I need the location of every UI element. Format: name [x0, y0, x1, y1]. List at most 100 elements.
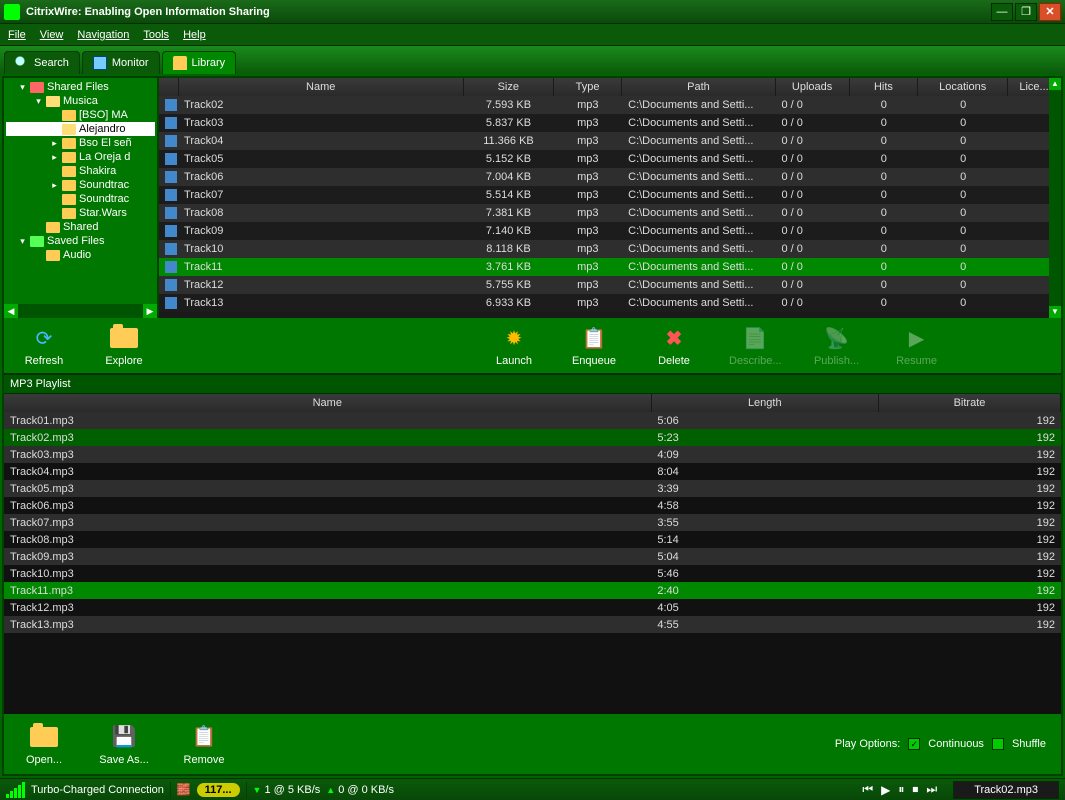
- folder-icon: [62, 208, 76, 219]
- tree-shared[interactable]: Shared: [6, 220, 155, 234]
- playlist-header: MP3 Playlist: [4, 373, 1061, 394]
- playlist-row[interactable]: Track13.mp34:55192: [4, 616, 1061, 633]
- file-row[interactable]: Track035.837 KBmp3C:\Documents and Setti…: [159, 114, 1061, 132]
- tab-monitor[interactable]: Monitor: [82, 51, 160, 74]
- tree-soundtrack1[interactable]: ▸Soundtrac: [6, 178, 155, 192]
- launch-icon: ✹: [500, 324, 528, 352]
- col-hits[interactable]: Hits: [849, 78, 918, 96]
- refresh-button[interactable]: ⟳Refresh: [19, 324, 69, 367]
- launch-button[interactable]: ✹Launch: [489, 324, 539, 367]
- tree-star-wars[interactable]: Star.Wars: [6, 206, 155, 220]
- remove-button[interactable]: 📋Remove: [179, 723, 229, 766]
- save-as-button[interactable]: 💾Save As...: [99, 723, 149, 766]
- scroll-up-icon[interactable]: ▲: [1049, 78, 1061, 90]
- scroll-left-icon[interactable]: ◀: [4, 304, 18, 318]
- tab-library[interactable]: Library: [162, 51, 237, 74]
- tab-search[interactable]: Search: [4, 51, 80, 74]
- file-row[interactable]: Track075.514 KBmp3C:\Documents and Setti…: [159, 186, 1061, 204]
- tree-shared-files[interactable]: ▾Shared Files: [6, 80, 155, 94]
- menu-file[interactable]: File: [8, 29, 26, 41]
- enqueue-icon: 📋: [580, 324, 608, 352]
- explore-button[interactable]: Explore: [99, 324, 149, 367]
- pcol-name[interactable]: Name: [4, 394, 651, 412]
- firewall-icon: 🧱: [177, 783, 191, 796]
- col-path[interactable]: Path: [622, 78, 775, 96]
- close-button[interactable]: ✕: [1039, 3, 1061, 21]
- playlist-row[interactable]: Track09.mp35:04192: [4, 548, 1061, 565]
- playlist-row[interactable]: Track04.mp38:04192: [4, 463, 1061, 480]
- col-uploads[interactable]: Uploads: [775, 78, 849, 96]
- tree-musica[interactable]: ▾Musica: [6, 94, 155, 108]
- delete-button[interactable]: ✖Delete: [649, 324, 699, 367]
- stop-button[interactable]: ⏹: [912, 782, 918, 797]
- folder-icon: [62, 166, 76, 177]
- tree-hscroll[interactable]: ◀▶: [4, 304, 157, 318]
- playlist-row[interactable]: Track12.mp34:05192: [4, 599, 1061, 616]
- continuous-label: Continuous: [928, 738, 984, 750]
- playlist-row[interactable]: Track03.mp34:09192: [4, 446, 1061, 463]
- col-locations[interactable]: Locations: [918, 78, 1008, 96]
- next-button[interactable]: ⏭: [926, 782, 937, 797]
- col-type[interactable]: Type: [553, 78, 622, 96]
- pcol-bitrate[interactable]: Bitrate: [879, 394, 1061, 412]
- minimize-button[interactable]: —: [991, 3, 1013, 21]
- menu-navigation[interactable]: Navigation: [77, 29, 129, 41]
- col-size[interactable]: Size: [463, 78, 553, 96]
- pause-button[interactable]: ⏸: [898, 782, 904, 797]
- tree-bso[interactable]: [BSO] MA: [6, 108, 155, 122]
- col-name[interactable]: Name: [178, 78, 463, 96]
- music-icon: [165, 189, 177, 201]
- file-vscroll[interactable]: ▲▼: [1049, 78, 1061, 318]
- file-row[interactable]: Track097.140 KBmp3C:\Documents and Setti…: [159, 222, 1061, 240]
- pcol-length[interactable]: Length: [651, 394, 878, 412]
- music-icon: [165, 261, 177, 273]
- playlist-row[interactable]: Track10.mp35:46192: [4, 565, 1061, 582]
- file-row[interactable]: Track125.755 KBmp3C:\Documents and Setti…: [159, 276, 1061, 294]
- menu-view[interactable]: View: [40, 29, 64, 41]
- play-button[interactable]: ▶: [881, 783, 890, 797]
- tree-soundtrack2[interactable]: Soundtrac: [6, 192, 155, 206]
- playlist-row[interactable]: Track02.mp35:23192: [4, 429, 1061, 446]
- playlist-row[interactable]: Track06.mp34:58192: [4, 497, 1061, 514]
- monitor-icon: [93, 56, 107, 70]
- prev-button[interactable]: ⏮: [862, 782, 873, 797]
- col-icon[interactable]: [159, 78, 178, 96]
- playlist-row[interactable]: Track01.mp35:06192: [4, 412, 1061, 429]
- tree-bso-el[interactable]: ▸Bso El señ: [6, 136, 155, 150]
- menu-help[interactable]: Help: [183, 29, 206, 41]
- tab-monitor-label: Monitor: [112, 57, 149, 69]
- file-row[interactable]: Track108.118 KBmp3C:\Documents and Setti…: [159, 240, 1061, 258]
- tree-shakira[interactable]: Shakira: [6, 164, 155, 178]
- continuous-checkbox[interactable]: ✓: [908, 738, 920, 750]
- file-row[interactable]: Track0411.366 KBmp3C:\Documents and Sett…: [159, 132, 1061, 150]
- playlist-row[interactable]: Track05.mp33:39192: [4, 480, 1061, 497]
- playlist-row[interactable]: Track08.mp35:14192: [4, 531, 1061, 548]
- scroll-right-icon[interactable]: ▶: [143, 304, 157, 318]
- music-icon: [165, 279, 177, 291]
- file-row[interactable]: Track067.004 KBmp3C:\Documents and Setti…: [159, 168, 1061, 186]
- shuffle-label: Shuffle: [1012, 738, 1046, 750]
- tree-audio[interactable]: Audio: [6, 248, 155, 262]
- file-row[interactable]: Track027.593 KBmp3C:\Documents and Setti…: [159, 96, 1061, 114]
- play-options-label: Play Options:: [835, 738, 900, 750]
- shuffle-checkbox[interactable]: [992, 738, 1004, 750]
- playlist-toolbar: Open... 💾Save As... 📋Remove Play Options…: [4, 714, 1061, 774]
- file-row[interactable]: Track087.381 KBmp3C:\Documents and Setti…: [159, 204, 1061, 222]
- file-row[interactable]: Track055.152 KBmp3C:\Documents and Setti…: [159, 150, 1061, 168]
- music-icon: [165, 171, 177, 183]
- tree-la-oreja[interactable]: ▸La Oreja d: [6, 150, 155, 164]
- tree-saved-files[interactable]: ▾Saved Files: [6, 234, 155, 248]
- save-icon: 💾: [110, 723, 138, 751]
- file-row[interactable]: Track136.933 KBmp3C:\Documents and Setti…: [159, 294, 1061, 312]
- playlist-row[interactable]: Track07.mp33:55192: [4, 514, 1061, 531]
- file-row[interactable]: Track113.761 KBmp3C:\Documents and Setti…: [159, 258, 1061, 276]
- maximize-button[interactable]: ❐: [1015, 3, 1037, 21]
- menu-tools[interactable]: Tools: [143, 29, 169, 41]
- open-button[interactable]: Open...: [19, 723, 69, 766]
- tree-alejandro[interactable]: Alejandro: [6, 122, 155, 136]
- enqueue-button[interactable]: 📋Enqueue: [569, 324, 619, 367]
- scroll-down-icon[interactable]: ▼: [1049, 306, 1061, 318]
- publish-button: 📡Publish...: [812, 324, 862, 367]
- folder-icon: [62, 180, 76, 191]
- playlist-row[interactable]: Track11.mp32:40192: [4, 582, 1061, 599]
